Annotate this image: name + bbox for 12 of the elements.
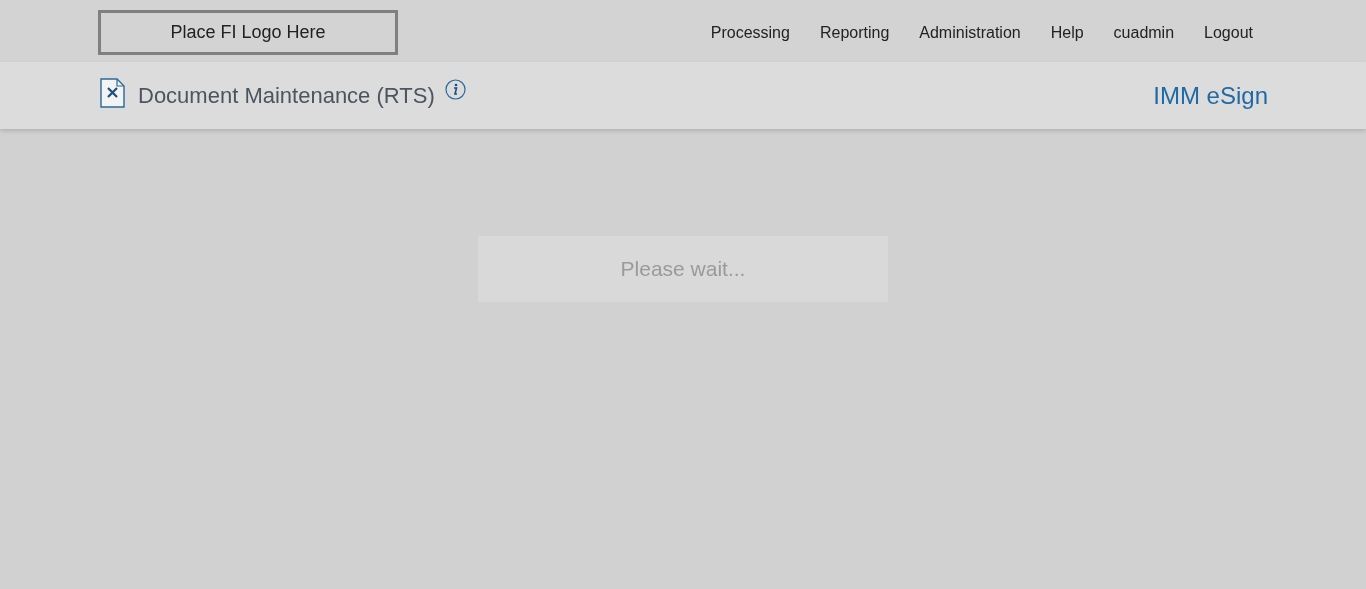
nav-link[interactable]: Administration	[919, 21, 1021, 45]
nav-link[interactable]: Processing	[710, 21, 790, 45]
loading-message: Please wait...	[478, 236, 888, 302]
info-icon[interactable]	[444, 79, 466, 100]
nav-link[interactable]: Logout	[1204, 21, 1253, 45]
nav-link[interactable]: Reporting	[819, 21, 890, 45]
product-name: IMM eSign	[1153, 80, 1268, 111]
nav-link[interactable]: Help	[1050, 21, 1084, 45]
logo-placeholder[interactable]: Place FI Logo Here	[98, 9, 398, 55]
document-icon	[100, 77, 125, 108]
page-title: Document Maintenance (RTS)	[138, 82, 435, 110]
nav-link[interactable]: cuadmin	[1113, 21, 1175, 45]
